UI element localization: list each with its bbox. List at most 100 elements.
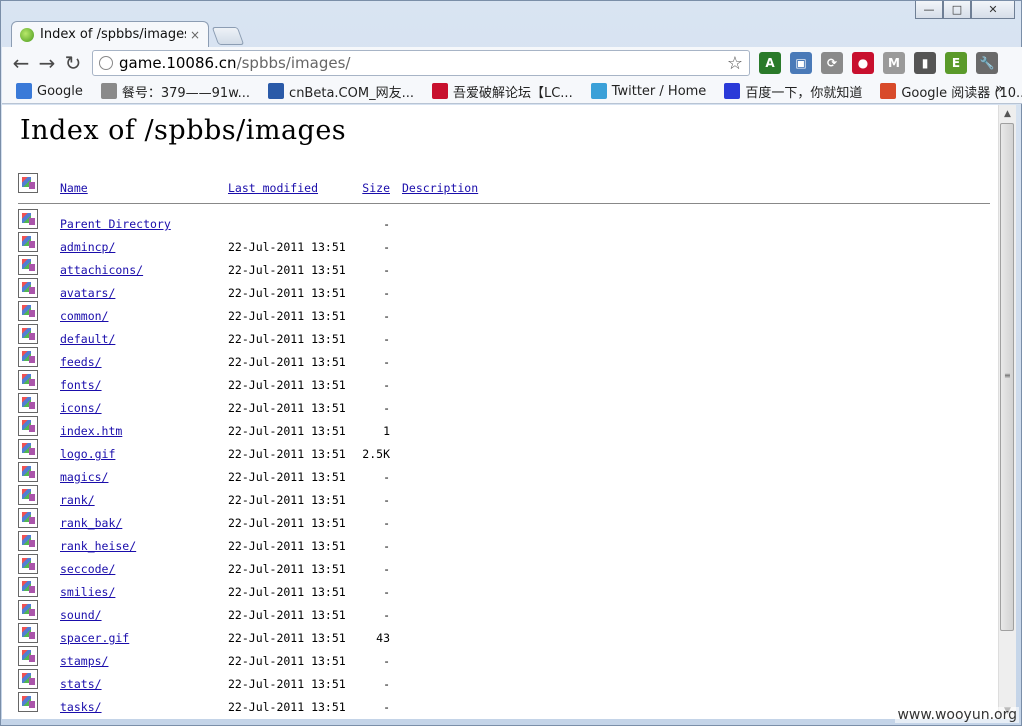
entry-link[interactable]: rank/ bbox=[60, 493, 95, 507]
file-row: common/22-Jul-2011 13:51 - bbox=[18, 301, 990, 324]
forward-button[interactable]: → bbox=[34, 50, 60, 76]
entry-date: 22-Jul-2011 13:51 bbox=[228, 286, 346, 300]
entry-link[interactable]: feeds/ bbox=[60, 355, 102, 369]
sync-icon[interactable]: ⟳ bbox=[821, 52, 843, 74]
file-row: stamps/22-Jul-2011 13:51 - bbox=[18, 646, 990, 669]
entry-date: 22-Jul-2011 13:51 bbox=[228, 539, 346, 553]
entry-link[interactable]: tasks/ bbox=[60, 700, 102, 714]
close-window-button[interactable]: ✕ bbox=[971, 1, 1015, 19]
page-content: Index of /spbbs/images Name Last modifie… bbox=[2, 105, 998, 719]
entry-link[interactable]: common/ bbox=[60, 309, 108, 323]
scroll-up-arrow-icon[interactable]: ▲ bbox=[999, 105, 1016, 122]
vertical-scrollbar[interactable]: ▲ ≡ ▼ bbox=[998, 105, 1016, 719]
entry-size: - bbox=[383, 700, 390, 714]
entry-link[interactable]: attachicons/ bbox=[60, 263, 143, 277]
scroll-thumb[interactable]: ≡ bbox=[1000, 123, 1014, 631]
listing-rows: Parent Directory - admincp/22-Jul-2011 13:… bbox=[18, 209, 990, 715]
bookmark-label: 餐号：379——91w... bbox=[121, 85, 251, 101]
entry-size: - bbox=[383, 470, 390, 484]
folder-icon bbox=[18, 531, 38, 551]
translate-icon[interactable]: A bbox=[759, 52, 781, 74]
back-button[interactable]: ← bbox=[8, 50, 34, 76]
tab-close-icon[interactable]: × bbox=[190, 28, 200, 42]
file-row: sound/22-Jul-2011 13:51 - bbox=[18, 600, 990, 623]
bookmark-item[interactable]: cnBeta.COM_网友... bbox=[268, 82, 414, 101]
sort-by-name-link[interactable]: Name bbox=[60, 181, 88, 195]
entry-link[interactable]: rank_bak/ bbox=[60, 516, 122, 530]
bookmark-item[interactable]: Google bbox=[16, 82, 83, 101]
entry-link[interactable]: icons/ bbox=[60, 401, 102, 415]
folder-icon bbox=[18, 347, 38, 367]
bookmark-item[interactable]: 吾爱破解论坛【LC... bbox=[431, 82, 573, 101]
folder-icon bbox=[18, 232, 38, 252]
entry-size: - bbox=[383, 493, 390, 507]
tab-active[interactable]: Index of /spbbs/images × bbox=[11, 21, 209, 47]
file-row: smilies/22-Jul-2011 13:51 - bbox=[18, 577, 990, 600]
entry-link[interactable]: fonts/ bbox=[60, 378, 102, 392]
entry-date: 22-Jul-2011 13:51 bbox=[228, 677, 346, 691]
entry-link[interactable]: spacer.gif bbox=[60, 631, 129, 645]
file-row: spacer.gif 22-Jul-2011 13:51 43 bbox=[18, 623, 990, 646]
minimize-button[interactable]: — bbox=[915, 1, 943, 19]
page-info-icon[interactable] bbox=[99, 56, 113, 70]
bookmark-item[interactable]: 餐号：379——91w... bbox=[100, 82, 251, 101]
sort-by-description-link[interactable]: Description bbox=[402, 181, 478, 195]
file-row: magics/22-Jul-2011 13:51 - bbox=[18, 462, 990, 485]
stop-icon[interactable]: ● bbox=[852, 52, 874, 74]
bookmark-item[interactable]: Twitter / Home bbox=[590, 82, 707, 101]
extension-icons: A ▣ ⟳ ● M ▮ E 🔧 bbox=[750, 52, 998, 74]
entry-link[interactable]: Parent Directory bbox=[60, 217, 171, 231]
entry-link[interactable]: seccode/ bbox=[60, 562, 115, 576]
entry-link[interactable]: smilies/ bbox=[60, 585, 115, 599]
bookmarks-overflow-button[interactable]: » bbox=[995, 81, 1004, 97]
bookmark-list: Google 餐号：379——91w... cnBeta.COM_网友... 吾爱破解… bbox=[16, 82, 1022, 101]
entry-link[interactable]: stats/ bbox=[60, 677, 102, 691]
entry-link[interactable]: magics/ bbox=[60, 470, 108, 484]
entry-date: 22-Jul-2011 13:51 bbox=[228, 332, 346, 346]
folder-icon bbox=[18, 255, 38, 275]
entry-link[interactable]: admincp/ bbox=[60, 240, 115, 254]
phone-icon[interactable]: ▮ bbox=[914, 52, 936, 74]
file-row: seccode/22-Jul-2011 13:51 - bbox=[18, 554, 990, 577]
bookmark-label: Twitter / Home bbox=[611, 83, 707, 99]
wrench-icon[interactable]: 🔧 bbox=[976, 52, 998, 74]
google-reader-icon bbox=[880, 83, 897, 99]
sort-by-size-link[interactable]: Size bbox=[356, 181, 390, 195]
new-tab-button[interactable] bbox=[211, 27, 245, 45]
file-row: tasks/22-Jul-2011 13:51 - bbox=[18, 692, 990, 715]
entry-size: - bbox=[383, 332, 390, 346]
folder-icon bbox=[18, 393, 38, 413]
gmail-icon[interactable]: M bbox=[883, 52, 905, 74]
folder-icon bbox=[18, 370, 38, 390]
bookmarks-bar: Google 餐号：379——91w... cnBeta.COM_网友... 吾爱破解… bbox=[2, 79, 1022, 104]
entry-size: - bbox=[383, 263, 390, 277]
evernote-icon[interactable]: E bbox=[945, 52, 967, 74]
bookmark-item[interactable]: 百度一下，你就知道 bbox=[724, 82, 862, 101]
file-row: feeds/22-Jul-2011 13:51 - bbox=[18, 347, 990, 370]
navigation-toolbar: ← → ↻ game.10086.cn/spbbs/images/ ☆ A ▣ ⟳ ●… bbox=[2, 47, 1022, 79]
entry-size: 43 bbox=[376, 631, 390, 645]
entry-size: - bbox=[383, 309, 390, 323]
maximize-button[interactable]: □ bbox=[943, 1, 971, 19]
entry-link[interactable]: sound/ bbox=[60, 608, 102, 622]
cnbeta-icon bbox=[268, 83, 285, 99]
entry-size: - bbox=[383, 217, 390, 231]
sort-by-last-modified-link[interactable]: Last modified bbox=[228, 181, 318, 195]
entry-link[interactable]: rank_heise/ bbox=[60, 539, 136, 553]
screenshot-icon[interactable]: ▣ bbox=[790, 52, 812, 74]
52pojie-icon bbox=[431, 83, 448, 99]
entry-link[interactable]: index.htm bbox=[60, 424, 122, 438]
entry-link[interactable]: avatars/ bbox=[60, 286, 115, 300]
entry-size: - bbox=[383, 677, 390, 691]
file-row: fonts/22-Jul-2011 13:51 - bbox=[18, 370, 990, 393]
entry-link[interactable]: stamps/ bbox=[60, 654, 108, 668]
url-host: game.10086.cn bbox=[119, 54, 237, 72]
entry-link[interactable]: logo.gif bbox=[60, 447, 115, 461]
entry-link[interactable]: default/ bbox=[60, 332, 115, 346]
file-row: admincp/22-Jul-2011 13:51 - bbox=[18, 232, 990, 255]
entry-size: - bbox=[383, 562, 390, 576]
reload-button[interactable]: ↻ bbox=[60, 50, 86, 76]
tab-title: Index of /spbbs/images bbox=[40, 27, 186, 42]
bookmark-star-icon[interactable]: ☆ bbox=[727, 53, 743, 74]
address-bar[interactable]: game.10086.cn/spbbs/images/ ☆ bbox=[92, 50, 750, 76]
